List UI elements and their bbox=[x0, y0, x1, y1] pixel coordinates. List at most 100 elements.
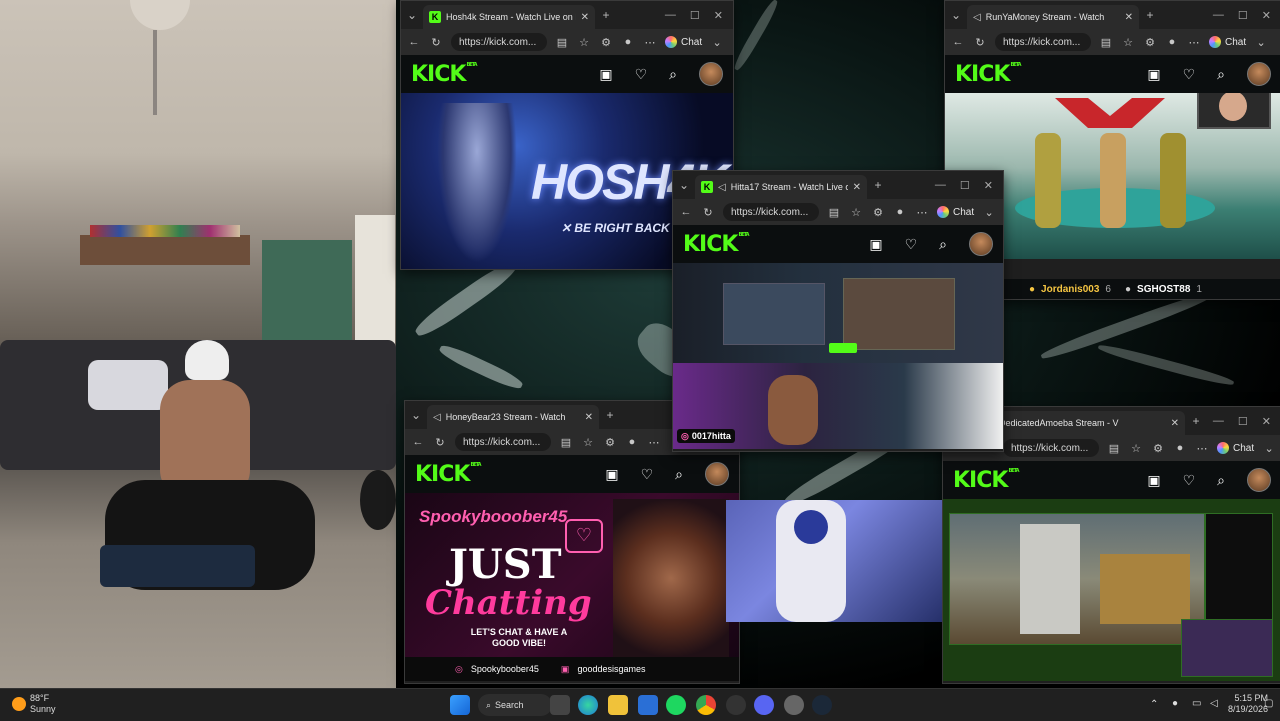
refresh-icon[interactable]: ↻ bbox=[973, 36, 987, 49]
stream-player[interactable]: Spookybooober45 ♡ JUST Chatting LET'S CH… bbox=[405, 493, 739, 681]
user-avatar[interactable] bbox=[705, 462, 729, 486]
taskbar-search-box[interactable]: ⌕ Search bbox=[478, 694, 552, 716]
chevron-down-icon[interactable]: ⌄ bbox=[1254, 36, 1268, 49]
more-icon[interactable]: ⋯ bbox=[915, 206, 929, 219]
extensions-icon[interactable]: ⚙ bbox=[871, 206, 885, 219]
tab-honeybear23[interactable]: ◁ HoneyBear23 Stream - Watch ✕ bbox=[427, 405, 599, 429]
user-avatar[interactable] bbox=[969, 232, 993, 256]
extensions-icon[interactable]: ⚙ bbox=[1151, 442, 1165, 455]
more-icon[interactable]: ⋯ bbox=[647, 436, 661, 449]
stream-player[interactable] bbox=[943, 499, 1280, 681]
user-avatar[interactable] bbox=[699, 62, 723, 86]
back-icon[interactable]: ← bbox=[407, 36, 421, 48]
new-tab-icon[interactable]: + bbox=[599, 408, 621, 422]
refresh-icon[interactable]: ↻ bbox=[429, 36, 443, 49]
favorite-star-icon[interactable]: ☆ bbox=[849, 206, 863, 219]
browser-window-hitta17[interactable]: ⌄ K ◁ Hitta17 Stream - Watch Live o ✕ + … bbox=[672, 170, 1004, 452]
discord-icon[interactable] bbox=[754, 695, 774, 715]
profile-icon[interactable]: ● bbox=[1173, 442, 1187, 454]
following-heart-icon[interactable]: ♡ bbox=[635, 66, 648, 83]
profile-icon[interactable]: ● bbox=[621, 36, 635, 48]
task-view-icon[interactable] bbox=[550, 695, 570, 715]
close-tab-icon[interactable]: ✕ bbox=[581, 12, 589, 23]
maximize-icon[interactable]: ☐ bbox=[1238, 9, 1248, 22]
minimize-icon[interactable]: — bbox=[1213, 415, 1224, 427]
url-field[interactable]: https://kick.com... bbox=[455, 433, 551, 451]
tab-hosh4k[interactable]: K Hosh4k Stream - Watch Live on Ki ✕ bbox=[423, 5, 595, 29]
minimize-icon[interactable]: — bbox=[665, 9, 676, 21]
close-window-icon[interactable]: ✕ bbox=[984, 179, 993, 192]
close-tab-icon[interactable]: ✕ bbox=[1171, 418, 1179, 429]
kick-logo[interactable]: KICKBETA bbox=[955, 62, 1022, 87]
tab-list-icon[interactable]: ⌄ bbox=[673, 178, 695, 192]
close-tab-icon[interactable]: ✕ bbox=[1125, 12, 1133, 23]
chevron-down-icon[interactable]: ⌄ bbox=[982, 206, 996, 219]
new-tab-icon[interactable]: + bbox=[867, 178, 889, 192]
extensions-icon[interactable]: ⚙ bbox=[603, 436, 617, 449]
start-windows-icon[interactable] bbox=[450, 695, 470, 715]
weather-widget[interactable]: 88°F Sunny bbox=[12, 693, 56, 715]
app-icon[interactable] bbox=[726, 695, 746, 715]
new-tab-icon[interactable]: + bbox=[1185, 414, 1207, 428]
following-heart-icon[interactable]: ♡ bbox=[641, 466, 654, 483]
extensions-icon[interactable]: ⚙ bbox=[599, 36, 613, 49]
maximize-icon[interactable]: ☐ bbox=[690, 9, 700, 22]
muted-speaker-icon[interactable]: ◁ bbox=[718, 182, 726, 193]
maximize-icon[interactable]: ☐ bbox=[1238, 415, 1248, 428]
muted-speaker-icon[interactable]: ◁ bbox=[433, 412, 441, 423]
new-tab-icon[interactable]: + bbox=[1139, 8, 1161, 22]
reader-icon[interactable]: ▤ bbox=[1107, 442, 1121, 455]
following-heart-icon[interactable]: ♡ bbox=[905, 236, 918, 253]
tab-dedicatedamoeba[interactable]: DedicatedAmoeba Stream - V ✕ bbox=[993, 411, 1185, 435]
profile-icon[interactable]: ● bbox=[893, 206, 907, 218]
file-explorer-icon[interactable] bbox=[608, 695, 628, 715]
minimize-icon[interactable]: — bbox=[935, 179, 946, 191]
gifter-name[interactable]: SGHOST88 bbox=[1137, 284, 1190, 295]
search-icon[interactable]: ⌕ bbox=[1217, 472, 1225, 489]
close-window-icon[interactable]: ✕ bbox=[1262, 415, 1271, 428]
reader-icon[interactable]: ▤ bbox=[1099, 36, 1113, 49]
tab-list-icon[interactable]: ⌄ bbox=[945, 8, 967, 22]
search-icon[interactable]: ⌕ bbox=[939, 236, 947, 253]
profile-icon[interactable]: ● bbox=[625, 436, 639, 448]
favorite-star-icon[interactable]: ☆ bbox=[1121, 36, 1135, 49]
chrome-icon[interactable] bbox=[696, 695, 716, 715]
close-tab-icon[interactable]: ✕ bbox=[853, 182, 861, 193]
back-icon[interactable]: ← bbox=[411, 436, 425, 448]
kick-logo[interactable]: KICKBETA bbox=[411, 62, 478, 87]
network-icon[interactable]: ▭ bbox=[1192, 698, 1201, 709]
steam-icon[interactable] bbox=[812, 695, 832, 715]
browse-icon[interactable]: ▣ bbox=[599, 66, 612, 83]
favorite-star-icon[interactable]: ☆ bbox=[581, 436, 595, 449]
tab-runyamoney[interactable]: ◁ RunYaMoney Stream - Watch ✕ bbox=[967, 5, 1139, 29]
tab-hitta17[interactable]: K ◁ Hitta17 Stream - Watch Live o ✕ bbox=[695, 175, 867, 199]
chevron-down-icon[interactable]: ⌄ bbox=[710, 36, 724, 49]
reader-icon[interactable]: ▤ bbox=[555, 36, 569, 49]
browse-icon[interactable]: ▣ bbox=[869, 236, 882, 253]
profile-icon[interactable]: ● bbox=[1165, 36, 1179, 48]
refresh-icon[interactable]: ↻ bbox=[433, 436, 447, 449]
maximize-icon[interactable]: ☐ bbox=[960, 179, 970, 192]
following-heart-icon[interactable]: ♡ bbox=[1183, 66, 1196, 83]
url-field[interactable]: https://kick.com... bbox=[451, 33, 547, 51]
edge-browser-icon[interactable] bbox=[578, 695, 598, 715]
url-field[interactable]: https://kick.com... bbox=[995, 33, 1091, 51]
tray-chevron-up-icon[interactable]: ⌃ bbox=[1150, 699, 1158, 710]
reader-icon[interactable]: ▤ bbox=[827, 206, 841, 219]
reader-icon[interactable]: ▤ bbox=[559, 436, 573, 449]
search-icon[interactable]: ⌕ bbox=[669, 66, 677, 83]
gifter-name[interactable]: Jordanis003 bbox=[1041, 284, 1099, 295]
url-field[interactable]: https://kick.com... bbox=[1003, 439, 1099, 457]
kick-logo[interactable]: KICKBETA bbox=[953, 468, 1020, 493]
browse-icon[interactable]: ▣ bbox=[1147, 66, 1160, 83]
kick-logo[interactable]: KICKBETA bbox=[415, 462, 482, 487]
microphone-icon[interactable]: ● bbox=[1172, 698, 1178, 709]
store-icon[interactable] bbox=[638, 695, 658, 715]
copilot-chat-button[interactable]: Chat bbox=[937, 206, 974, 218]
muted-speaker-icon[interactable]: ◁ bbox=[973, 12, 981, 23]
back-icon[interactable]: ← bbox=[679, 206, 693, 218]
tab-list-icon[interactable]: ⌄ bbox=[401, 8, 423, 22]
more-icon[interactable]: ⋯ bbox=[1195, 442, 1209, 455]
kick-logo[interactable]: KICKBETA bbox=[683, 232, 750, 257]
volume-icon[interactable]: ◁ bbox=[1210, 698, 1218, 709]
